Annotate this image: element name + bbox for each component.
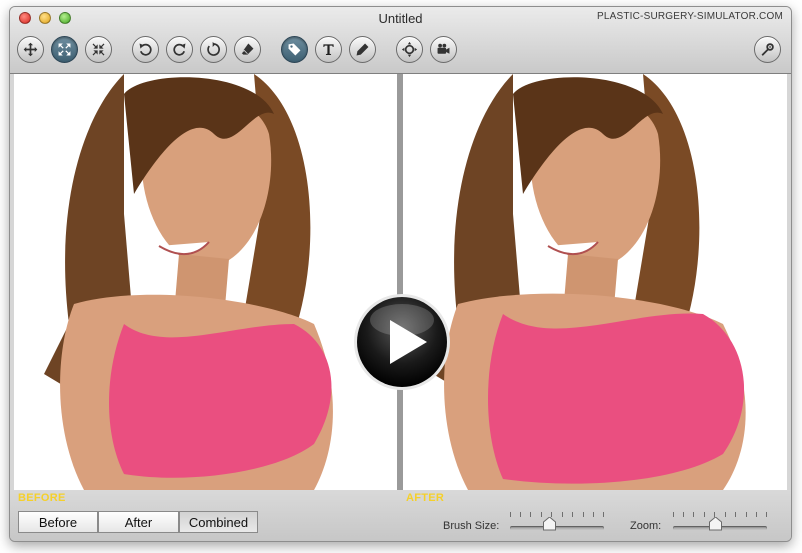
text-icon <box>323 44 334 56</box>
bottom-bar: BEFORE AFTER Before After Combined Brush… <box>10 490 791 541</box>
settings-button[interactable] <box>754 36 781 63</box>
eraser-icon <box>241 43 254 55</box>
zoom-thumb[interactable] <box>708 517 722 531</box>
text-tool-button[interactable] <box>315 36 342 63</box>
before-photo <box>14 74 397 490</box>
after-photo <box>403 74 787 490</box>
brush-size-ticks <box>510 512 604 518</box>
eraser-button[interactable] <box>234 36 261 63</box>
zoom-tool-button[interactable] <box>396 36 423 63</box>
video-tool-button[interactable] <box>430 36 457 63</box>
shrink-arrows-icon <box>92 43 105 56</box>
site-name: PLASTIC-SURGERY-SIMULATOR.COM <box>596 11 783 22</box>
app-window: Untitled PLASTIC-SURGERY-SIMULATOR.COM B… <box>9 6 792 542</box>
after-view-button[interactable]: After <box>98 511 179 533</box>
rotate-cw-icon <box>173 43 186 56</box>
rotate-ccw-icon <box>139 43 152 56</box>
move-arrows-icon <box>23 42 38 57</box>
play-button[interactable] <box>352 292 452 392</box>
tag-icon <box>288 43 301 56</box>
before-panel[interactable] <box>14 74 397 490</box>
brush-size-label: Brush Size: <box>443 520 500 532</box>
rotate-left-button[interactable] <box>132 36 159 63</box>
reset-button[interactable] <box>200 36 227 63</box>
after-label: AFTER <box>406 492 445 504</box>
before-view-button[interactable]: Before <box>18 511 98 533</box>
combined-view-button[interactable]: Combined <box>179 511 258 533</box>
after-panel[interactable] <box>403 74 787 490</box>
brush-size-slider[interactable] <box>510 526 604 530</box>
title-bar: Untitled PLASTIC-SURGERY-SIMULATOR.COM <box>10 7 791 74</box>
move-tool-button[interactable] <box>17 36 44 63</box>
pencil-tool-button[interactable] <box>349 36 376 63</box>
tag-tool-button[interactable] <box>281 36 308 63</box>
zoom-icon <box>401 41 418 58</box>
wrench-gear-icon <box>761 43 774 56</box>
expand-arrows-icon <box>58 43 71 56</box>
expand-tool-button[interactable] <box>51 36 78 63</box>
before-label: BEFORE <box>18 492 66 504</box>
zoom-label: Zoom: <box>630 520 662 532</box>
video-camera-icon <box>437 43 450 54</box>
canvas-area[interactable] <box>14 74 787 490</box>
pencil-icon <box>356 43 369 56</box>
reset-icon <box>207 41 220 56</box>
brush-size-thumb[interactable] <box>542 517 556 531</box>
rotate-right-button[interactable] <box>166 36 193 63</box>
shrink-tool-button[interactable] <box>85 36 112 63</box>
